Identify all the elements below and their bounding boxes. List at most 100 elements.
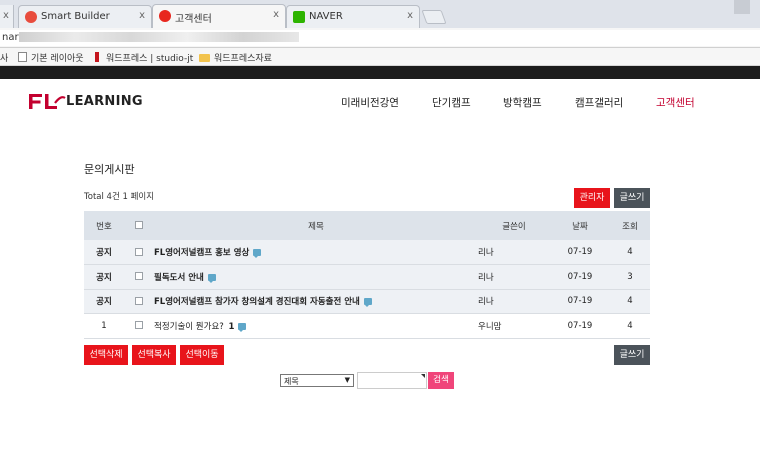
row-number: 공지 (84, 240, 124, 265)
row-title-cell: 필독도서 안내 (154, 264, 478, 290)
close-icon[interactable]: x (3, 10, 9, 21)
fl-logo-icon (29, 94, 66, 109)
fl-favicon-icon (159, 10, 171, 22)
search-field-value: 제목 (284, 377, 299, 386)
folder-icon (199, 54, 210, 62)
address-bar: nar (0, 28, 760, 48)
nav-camp-gallery[interactable]: 캠프갤러리 (575, 95, 623, 110)
row-date: 07-19 (550, 240, 610, 265)
window-control[interactable] (734, 0, 750, 14)
bookmark-overflow[interactable]: 사 (0, 51, 8, 64)
board-table: 번호 제목 글쓴이 날짜 조회 공지 FL영어저널캠프 홍보 영상 리나 07-… (84, 211, 650, 339)
url-text: nar (2, 32, 19, 43)
dropdown-arrow-icon: ▼ (344, 376, 350, 384)
wp-icon (95, 52, 99, 62)
smart-builder-favicon-icon (25, 11, 37, 23)
row-select (124, 240, 154, 265)
total-count: Total 4건 1 페이지 (84, 192, 155, 202)
row-select (124, 264, 154, 290)
table-row: 공지 FL영어저널캠프 홍보 영상 리나 07-19 4 (84, 240, 650, 265)
tab-title: NAVER (309, 11, 343, 22)
tab-customer-center[interactable]: 고객센터 x (152, 4, 286, 28)
row-writer[interactable]: 리나 (478, 264, 550, 290)
browser-tabbar: x Smart Builder x 고객센터 x NAVER x (0, 0, 760, 28)
move-selected-button[interactable]: 선택이동 (180, 345, 224, 365)
bookmark-label: 워드프레스자료 (214, 54, 272, 64)
col-title: 제목 (154, 211, 478, 240)
copy-selected-button[interactable]: 선택복사 (132, 345, 176, 365)
tab-title: Smart Builder (41, 11, 110, 22)
post-title-link[interactable]: 필독도서 안내 (154, 273, 204, 283)
row-writer[interactable]: 리나 (478, 289, 550, 314)
row-select (124, 289, 154, 314)
comment-icon (253, 249, 262, 258)
table-header-row: 번호 제목 글쓴이 날짜 조회 (84, 211, 650, 240)
tab-partial[interactable]: x (0, 5, 14, 28)
write-button[interactable]: 글쓰기 (614, 188, 650, 208)
bookmark-wp-resources[interactable]: 워드프레스자료 (199, 51, 272, 64)
bookmark-label: 기본 레이아웃 (31, 54, 84, 64)
nav-future-vision[interactable]: 미래비전강연 (341, 95, 399, 110)
search-input[interactable] (357, 372, 427, 389)
tab-smart-builder[interactable]: Smart Builder x (18, 5, 152, 28)
row-writer[interactable]: 우니맘 (478, 313, 550, 339)
admin-button[interactable]: 관리자 (574, 188, 610, 208)
page-title: 문의게시판 (84, 163, 135, 176)
nav-vacation-camp[interactable]: 방학캠프 (503, 95, 542, 110)
row-date: 07-19 (550, 289, 610, 314)
table-row: 공지 FL영어저널캠프 참가자 창의설계 경진대회 자동출전 안내 리나 07-… (84, 289, 650, 314)
site-topbar (0, 66, 760, 79)
table-row: 1 적정기술이 뭔가요? 1 우니맘 07-19 4 (84, 313, 650, 339)
bookmark-studio-jt[interactable]: 워드프레스 | studio-jt (95, 51, 193, 64)
bookmark-label: 워드프레스 | studio-jt (106, 54, 194, 64)
row-hits: 4 (610, 289, 650, 314)
nav-customer-center[interactable]: 고객센터 (656, 95, 695, 110)
row-date: 07-19 (550, 313, 610, 339)
row-title-cell: 적정기술이 뭔가요? 1 (154, 313, 478, 339)
row-number: 공지 (84, 264, 124, 290)
row-checkbox[interactable] (135, 247, 143, 256)
col-writer: 글쓴이 (478, 211, 550, 240)
post-title-link[interactable]: FL영어저널캠프 참가자 창의설계 경진대회 자동출전 안내 (154, 297, 360, 307)
post-title-link[interactable]: 적정기술이 뭔가요? (154, 322, 224, 332)
url-field[interactable]: nar (0, 30, 760, 46)
write-button-bottom[interactable]: 글쓰기 (614, 345, 650, 365)
col-hits[interactable]: 조회 (610, 211, 650, 240)
row-hits: 4 (610, 313, 650, 339)
row-number: 공지 (84, 289, 124, 314)
select-all-checkbox[interactable] (135, 221, 143, 229)
row-checkbox[interactable] (135, 321, 143, 330)
row-writer[interactable]: 리나 (478, 240, 550, 265)
row-title-cell: FL영어저널캠프 참가자 창의설계 경진대회 자동출전 안내 (154, 289, 478, 314)
row-hits: 4 (610, 240, 650, 265)
url-blurred (18, 32, 299, 42)
comment-icon (207, 273, 216, 283)
site-header: LEARNING 미래비전강연 단기캠프 방학캠프 캠프갤러리 고객센터 (0, 79, 760, 125)
row-hits: 3 (610, 264, 650, 290)
nav-short-camp[interactable]: 단기캠프 (432, 95, 471, 110)
tab-naver[interactable]: NAVER x (286, 5, 420, 28)
col-date[interactable]: 날짜 (550, 211, 610, 240)
logo[interactable]: LEARNING (28, 89, 163, 113)
bookmark-basic-layout[interactable]: 기본 레이아웃 (18, 51, 84, 64)
naver-favicon-icon (293, 11, 305, 23)
row-checkbox[interactable] (135, 296, 143, 305)
comment-icon (363, 298, 372, 308)
post-title-link[interactable]: FL영어저널캠프 홍보 영상 (154, 248, 249, 258)
col-select-all (124, 211, 154, 240)
row-date: 07-19 (550, 264, 610, 290)
col-number: 번호 (84, 211, 124, 240)
row-number: 1 (84, 313, 124, 339)
close-icon[interactable]: x (139, 10, 145, 21)
delete-selected-button[interactable]: 선택삭제 (84, 345, 128, 365)
bookmarks-bar: 사 기본 레이아웃 워드프레스 | studio-jt 워드프레스자료 (0, 48, 760, 66)
search-field-select[interactable]: 제목 ▼ (280, 374, 354, 387)
row-checkbox[interactable] (135, 272, 143, 281)
tab-title: 고객센터 (175, 14, 212, 25)
comment-icon (238, 322, 247, 332)
new-tab-button[interactable] (421, 10, 447, 24)
close-icon[interactable]: x (273, 9, 279, 20)
search-button[interactable]: 검색 (428, 372, 454, 389)
comment-count: 1 (228, 321, 235, 332)
close-icon[interactable]: x (407, 10, 413, 21)
